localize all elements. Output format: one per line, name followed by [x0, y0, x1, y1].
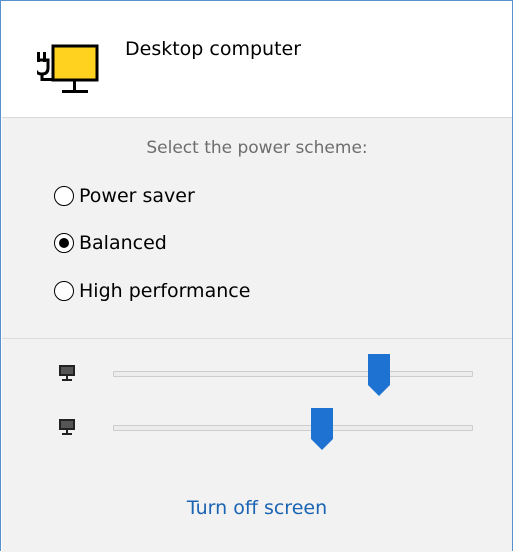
scheme-label: Select the power scheme: [146, 138, 368, 158]
desktop-plug-icon [37, 44, 99, 93]
radio-label-high-performance: High performance [79, 280, 251, 302]
monitor-icon [59, 419, 75, 435]
slider-thumb-2[interactable] [310, 407, 334, 451]
turn-off-screen-link[interactable]: Turn off screen [2, 497, 512, 519]
power-flyout: Desktop computer Select the power scheme… [0, 0, 513, 552]
radio-high-performance[interactable]: High performance [54, 277, 250, 305]
slider-thumb-1[interactable] [367, 353, 391, 397]
device-title: Desktop computer [125, 38, 302, 60]
slider-row-2 [2, 407, 512, 450]
slider-track-2[interactable] [113, 425, 473, 431]
slider-track-1[interactable] [113, 371, 473, 377]
radio-power-saver[interactable]: Power saver [54, 182, 195, 210]
radio-button-high-performance[interactable] [54, 281, 74, 301]
radio-button-power-saver[interactable] [54, 186, 74, 206]
brightness-sliders-section [2, 338, 512, 465]
radio-button-balanced[interactable] [54, 233, 74, 253]
radio-label-balanced: Balanced [79, 232, 167, 254]
radio-label-power-saver: Power saver [79, 185, 195, 207]
footer: Turn off screen [2, 463, 512, 552]
radio-balanced[interactable]: Balanced [54, 229, 167, 257]
slider-row-1 [2, 353, 512, 396]
monitor-icon [59, 365, 75, 381]
device-header: Desktop computer [2, 2, 512, 118]
power-scheme-section: Select the power scheme: Power saver Bal… [2, 118, 512, 338]
